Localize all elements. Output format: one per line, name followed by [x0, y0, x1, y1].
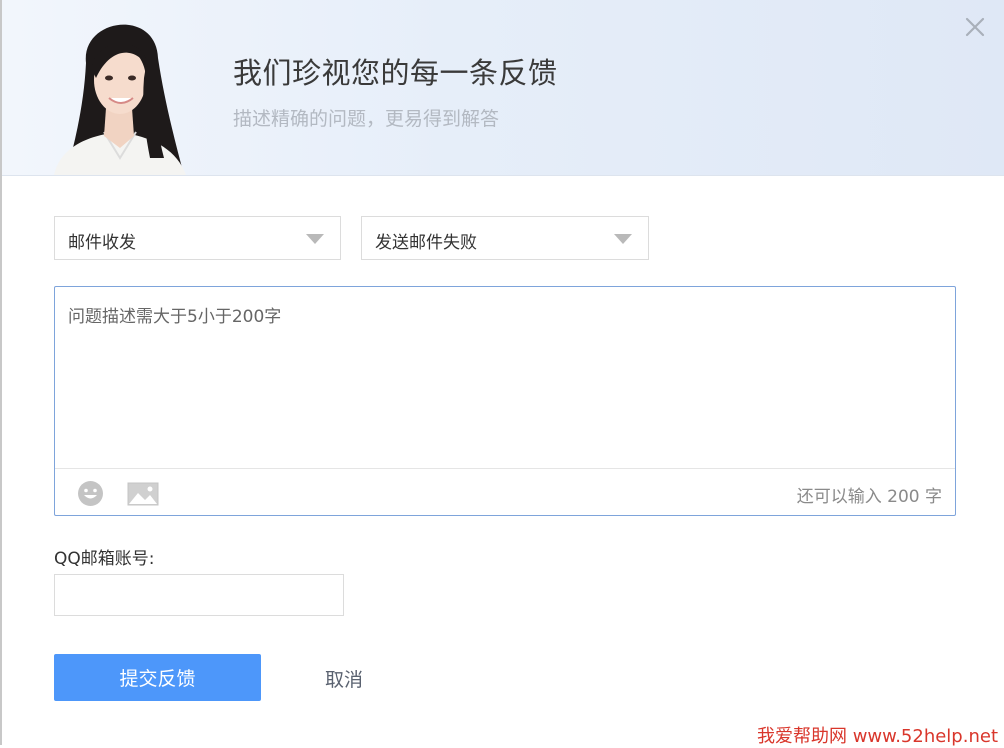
image-icon	[127, 482, 159, 506]
email-label: QQ邮箱账号:	[54, 549, 155, 569]
support-agent-avatar	[46, 8, 196, 175]
dropdown-caret-icon	[306, 234, 324, 244]
emoji-button[interactable]	[77, 480, 104, 507]
category-select-value: 邮件收发	[68, 233, 136, 253]
dropdown-caret-icon	[614, 234, 632, 244]
dialog-header: 我们珍视您的每一条反馈 描述精确的问题，更易得到解答	[2, 0, 1004, 176]
page-subtitle: 描述精确的问题，更易得到解答	[233, 108, 500, 130]
char-counter: 还可以输入 200 字	[796, 487, 942, 507]
cancel-button[interactable]: 取消	[325, 665, 363, 692]
close-icon	[965, 17, 985, 37]
emoji-icon	[78, 481, 103, 506]
page-title: 我们珍视您的每一条反馈	[233, 56, 558, 90]
feedback-dialog: 我们珍视您的每一条反馈 描述精确的问题，更易得到解答 邮件收发 发送邮件失败 问…	[0, 0, 1004, 747]
email-input[interactable]	[54, 574, 344, 616]
description-toolbar: 还可以输入 200 字	[55, 468, 955, 515]
category-select[interactable]: 邮件收发	[54, 216, 341, 260]
subcategory-select-value: 发送邮件失败	[375, 233, 477, 253]
site-watermark: 我爱帮助网 www.52help.net	[756, 726, 998, 747]
close-button[interactable]	[960, 12, 990, 42]
subcategory-select[interactable]: 发送邮件失败	[361, 216, 649, 260]
description-placeholder: 问题描述需大于5小于200字	[68, 307, 282, 327]
description-textarea[interactable]: 问题描述需大于5小于200字 还可以输入 200 字	[54, 286, 956, 516]
submit-feedback-button[interactable]: 提交反馈	[54, 654, 261, 701]
insert-image-button[interactable]	[127, 482, 159, 506]
